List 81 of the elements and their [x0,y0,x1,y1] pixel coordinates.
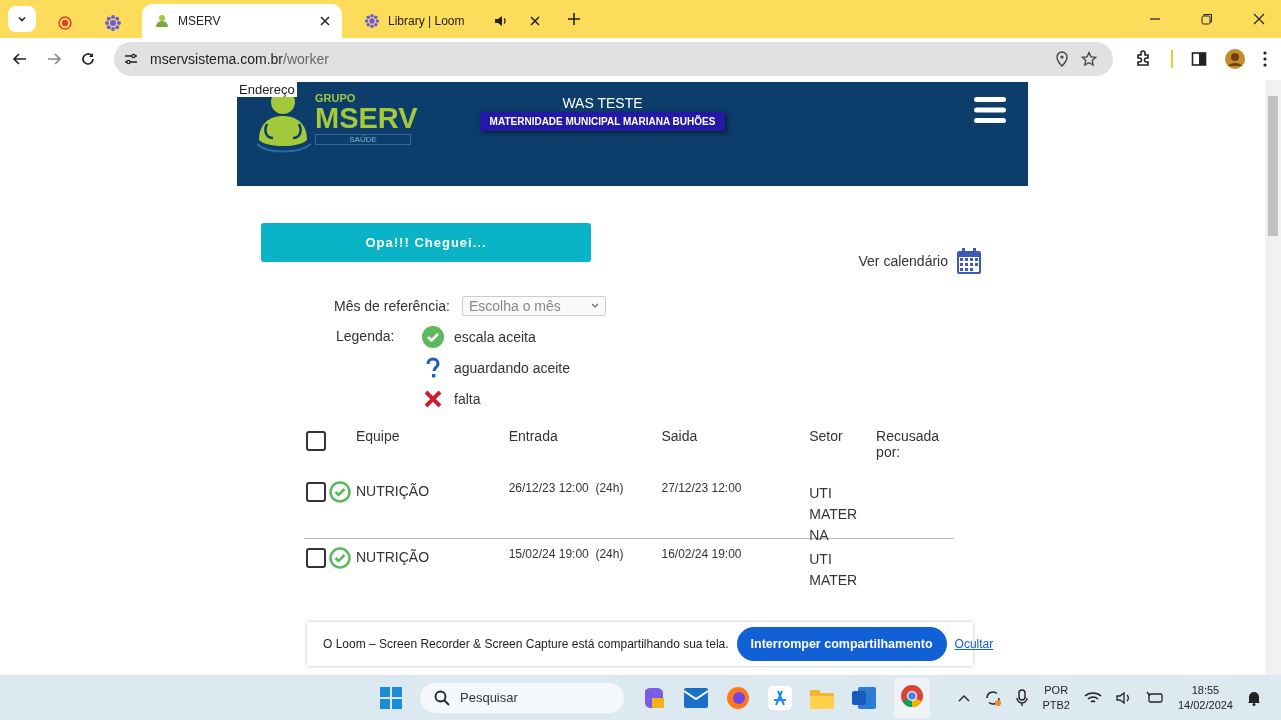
address-bar[interactable]: mservsistema.com.br/worker [114,42,1113,76]
check-circle-icon [329,547,351,569]
column-header: Entrada [508,428,558,444]
chevron-down-icon [590,303,599,309]
check-circle-icon [422,326,444,348]
firefox-icon[interactable] [726,685,750,710]
bookmark-star-icon[interactable] [1081,51,1097,67]
profile-avatar[interactable] [1225,49,1245,69]
taskbar-search[interactable]: Pesquisar [420,682,624,713]
mail-icon[interactable] [684,687,708,708]
scrollbar[interactable] [1265,80,1281,675]
speaker-icon[interactable] [494,15,508,27]
record-icon [58,16,72,30]
chrome-icon [900,683,924,708]
overlay-text: Endereço [237,82,297,97]
menu-icon[interactable] [974,96,1006,124]
close-icon[interactable] [320,16,330,26]
location-pin-icon[interactable] [1055,51,1069,67]
copilot-icon[interactable] [642,685,666,710]
table-cell: 16/02/24 19:00 [661,547,742,561]
chevron-up-icon[interactable] [958,693,971,702]
language-indicator[interactable]: POR PTB2 [1042,682,1070,713]
reload-icon[interactable] [80,51,96,67]
share-message: O Loom – Screen Recorder & Screen Capture está compartilhando sua tela. [323,637,729,651]
browser-tab[interactable]: MSERV [142,4,342,38]
close-icon[interactable] [530,16,540,26]
column-header: Saida [661,428,698,444]
month-label: Mês de referência: [334,298,450,314]
hide-link[interactable]: Ocultar [954,637,994,651]
forward-icon[interactable] [46,51,62,67]
column-header: Recusada por: [876,428,940,460]
user-name: WAS TESTE [562,95,643,111]
search-icon [434,689,450,706]
back-icon[interactable] [12,51,28,67]
word-icon[interactable] [852,686,876,709]
logo-text: MSERV [315,104,418,132]
notification-bell-icon[interactable] [1247,689,1261,706]
cross-icon [422,388,444,410]
app-store-icon[interactable] [768,685,792,710]
browser-tab[interactable]: Library | Loom [352,4,552,38]
flower-icon [364,13,380,29]
unit-badge: MATERNIDADE MUNICIPAL MARIANA BUHÕES [479,112,726,131]
legend-text: falta [454,391,481,407]
table-cell: 15/02/24 19:00 (24h) [508,547,624,561]
table-cell: NUTRIÇÃO [355,549,430,565]
table-cell-text: UTI MATER [809,550,859,590]
legend-text: escala aceita [454,329,536,345]
close-icon[interactable] [1253,13,1265,25]
legend-text: aguardando aceite [454,360,570,376]
calendar-link[interactable]: Ver calendário [858,253,948,269]
row-checkbox[interactable] [306,482,326,502]
battery-icon[interactable] [1145,690,1164,705]
logo-text: SAÚDE [315,134,411,145]
sync-icon[interactable] [984,688,1003,707]
wifi-icon[interactable] [1083,690,1102,705]
menu-icon[interactable] [1263,51,1267,67]
month-select[interactable]: Escolha o mês [461,296,606,316]
logo-icon [154,13,170,29]
column-header: Equipe [355,428,400,444]
check-circle-icon [329,481,351,503]
new-tab-icon[interactable] [568,13,580,25]
stop-sharing-button[interactable]: Interromper compartilhamento [736,627,947,661]
microphone-icon[interactable] [1016,688,1029,707]
row-checkbox[interactable] [306,548,326,568]
start-icon[interactable] [380,686,402,709]
select-all-checkbox[interactable] [306,431,326,451]
restore-icon[interactable] [1201,13,1213,25]
volume-icon[interactable] [1115,690,1132,705]
table-cell: NUTRIÇÃO [355,483,430,499]
table-cell-text: UTI MATERNA [809,484,859,545]
legend-label: Legenda: [335,328,396,346]
table-cell: 26/12/23 12:00 (24h) [508,481,624,495]
site-settings-icon[interactable] [124,52,138,66]
column-header: Setor [809,428,843,444]
flower-icon [104,14,122,32]
logo-text: GRUPO [315,92,357,104]
table-cell: 27/12/23 12:00 [661,481,742,495]
side-panel-icon[interactable] [1191,51,1207,67]
clock[interactable]: 18:55 14/02/2024 [1177,682,1233,713]
chrome-taskbar-button[interactable] [894,677,930,718]
calendar-icon[interactable] [956,247,982,275]
